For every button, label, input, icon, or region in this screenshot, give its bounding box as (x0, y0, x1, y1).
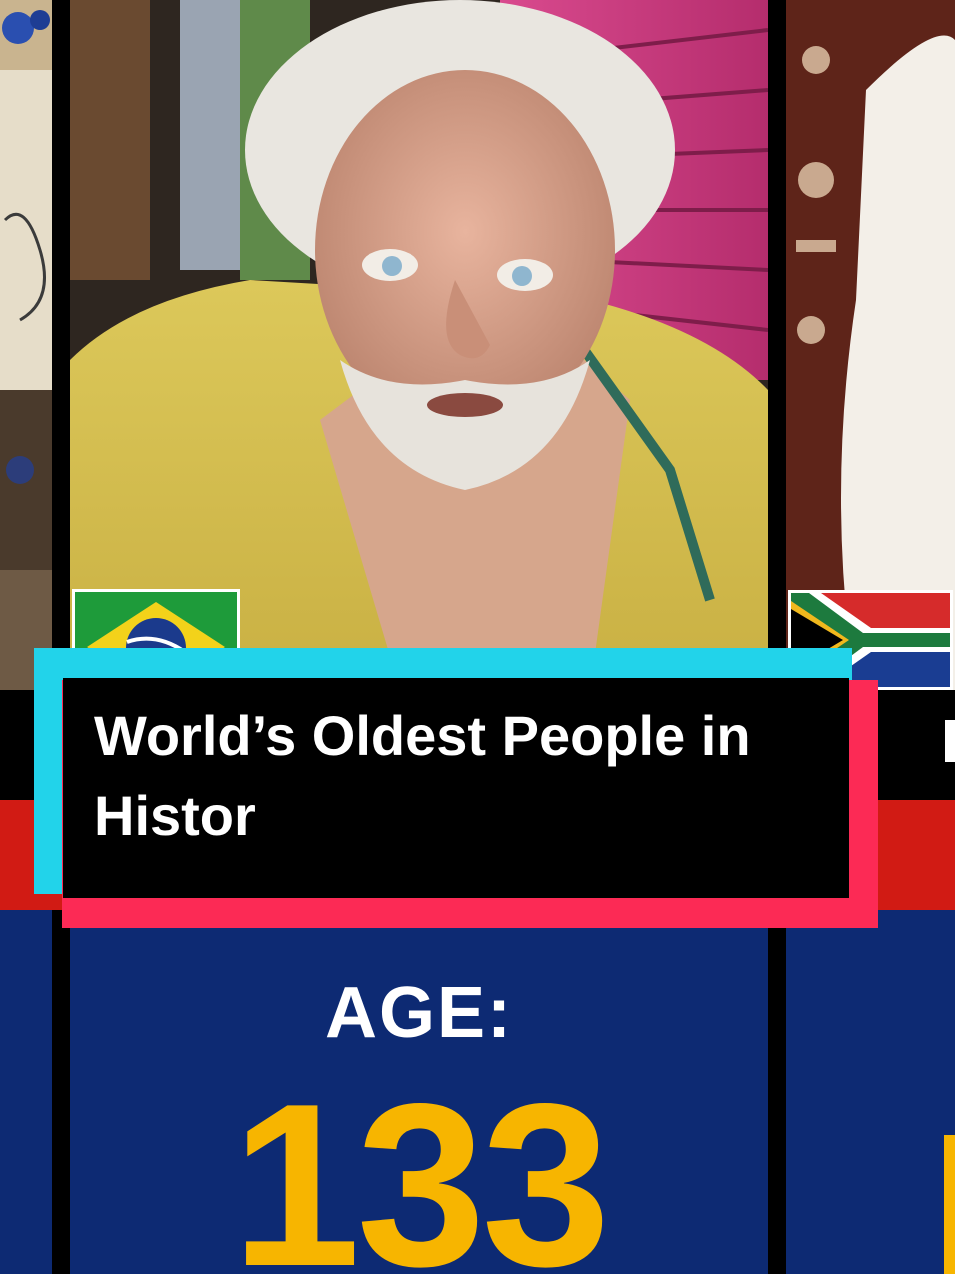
age-label: AGE: (325, 973, 513, 1053)
right-age-panel (786, 910, 955, 1274)
title-text: World’s Oldest People in Histor (94, 704, 751, 847)
main-age-panel: AGE: 133 (70, 910, 768, 1274)
right-person-photo (786, 0, 955, 690)
title-overlay: World’s Oldest People in Histor (34, 648, 878, 928)
left-person-photo (0, 0, 52, 690)
main-person-photo (70, 0, 768, 690)
age-value: 133 (231, 1056, 610, 1274)
right-age-fragment (944, 1135, 955, 1274)
video-frame: AGE: 133 World’s Oldest People in Histor (0, 0, 955, 1274)
right-name-fragment (945, 720, 955, 762)
left-age-panel (0, 910, 52, 1274)
